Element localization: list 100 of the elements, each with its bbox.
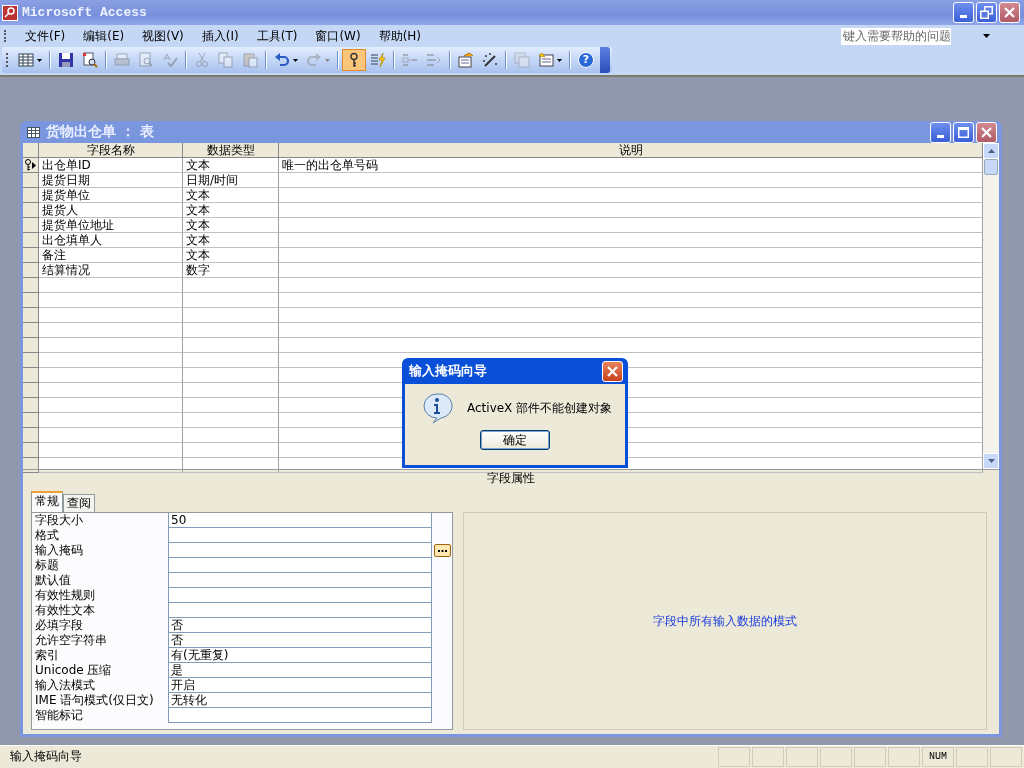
table-cell[interactable] [183, 413, 279, 428]
menu-item[interactable]: 工具(T) [247, 25, 307, 47]
close-button[interactable] [976, 121, 997, 143]
table-cell[interactable]: 提货单位地址 [39, 218, 183, 233]
property-label: Unicode 压缩 [34, 663, 113, 678]
tab[interactable]: 常规 [31, 491, 63, 512]
table-cell[interactable] [279, 203, 983, 218]
table-cell[interactable]: 文本 [183, 218, 279, 233]
scroll-thumb[interactable] [984, 159, 998, 175]
table-cell[interactable] [279, 263, 983, 278]
close-button[interactable] [999, 2, 1020, 23]
table-cell[interactable] [39, 293, 183, 308]
table-cell[interactable] [279, 173, 983, 188]
builder-button[interactable] [434, 544, 451, 557]
table-cell[interactable]: 文本 [183, 158, 279, 173]
property-value-field[interactable] [168, 603, 432, 618]
minimize-button[interactable] [930, 121, 951, 143]
menu-item[interactable]: 插入(I) [192, 25, 248, 47]
table-cell[interactable] [183, 278, 279, 293]
property-value-field[interactable] [168, 528, 432, 543]
menu-item[interactable]: 帮助(H) [369, 25, 431, 47]
table-cell[interactable] [183, 353, 279, 368]
table-cell[interactable] [279, 308, 983, 323]
table-cell[interactable] [279, 278, 983, 293]
table-cell[interactable] [183, 428, 279, 443]
table-cell[interactable] [279, 218, 983, 233]
table-cell[interactable] [183, 458, 279, 473]
table-cell[interactable] [279, 323, 983, 338]
vertical-scrollbar[interactable] [983, 143, 999, 469]
table-cell[interactable] [183, 398, 279, 413]
table-cell[interactable] [183, 338, 279, 353]
property-value-field[interactable]: 无转化 [168, 693, 432, 708]
table-cell[interactable] [183, 308, 279, 323]
maximize-button[interactable] [953, 121, 974, 143]
property-value-field[interactable] [168, 588, 432, 603]
table-cell[interactable] [39, 458, 183, 473]
table-cell[interactable] [279, 293, 983, 308]
table-cell[interactable]: 文本 [183, 188, 279, 203]
property-value-field[interactable]: 否 [168, 633, 432, 648]
property-value-field[interactable] [168, 573, 432, 588]
table-cell[interactable]: 出仓单ID [39, 158, 183, 173]
menu-item[interactable]: 视图(V) [133, 25, 193, 47]
property-value-field[interactable] [168, 543, 432, 558]
toolbar-options-button[interactable] [600, 47, 610, 73]
table-cell[interactable] [183, 368, 279, 383]
table-cell[interactable] [39, 353, 183, 368]
table-cell[interactable]: 日期/时间 [183, 173, 279, 188]
table-cell[interactable]: 备注 [39, 248, 183, 263]
property-value-field[interactable]: 50 [168, 513, 432, 528]
table-cell[interactable] [39, 413, 183, 428]
property-value-field[interactable]: 否 [168, 618, 432, 633]
ok-button[interactable]: 确定 [480, 430, 550, 450]
table-cell[interactable] [279, 233, 983, 248]
table-cell[interactable]: 提货日期 [39, 173, 183, 188]
close-button[interactable] [602, 360, 623, 382]
table-cell[interactable]: 数字 [183, 263, 279, 278]
property-value-field[interactable] [168, 708, 432, 723]
toolbar-button[interactable] [342, 49, 366, 71]
menu-item[interactable]: 文件(F) [16, 25, 75, 47]
table-cell[interactable] [39, 443, 183, 458]
scroll-down-button[interactable] [983, 453, 999, 469]
property-label: 有效性规则 [34, 588, 96, 603]
table-cell[interactable]: 提货人 [39, 203, 183, 218]
table-cell[interactable]: 唯一的出仓单号码 [279, 158, 983, 173]
caret-icon [293, 58, 298, 62]
table-cell[interactable]: 结算情况 [39, 263, 183, 278]
restore-button[interactable] [976, 2, 997, 23]
tab[interactable]: 查阅 [63, 494, 95, 512]
property-value-field[interactable]: 是 [168, 663, 432, 678]
table-cell[interactable]: 文本 [183, 233, 279, 248]
table-cell[interactable] [279, 338, 983, 353]
table-cell[interactable]: 文本 [183, 203, 279, 218]
printer-icon [114, 52, 130, 68]
table-cell[interactable] [39, 368, 183, 383]
table-cell[interactable] [183, 293, 279, 308]
table-cell[interactable] [39, 338, 183, 353]
table-cell[interactable] [39, 278, 183, 293]
menu-item[interactable]: 窗口(W) [306, 25, 370, 47]
property-value-field[interactable]: 开启 [168, 678, 432, 693]
table-cell[interactable]: 提货单位 [39, 188, 183, 203]
table-cell[interactable] [279, 188, 983, 203]
table-cell[interactable] [39, 428, 183, 443]
table-cell[interactable] [183, 383, 279, 398]
table-icon [27, 126, 40, 138]
minimize-button[interactable] [953, 2, 974, 23]
table-cell[interactable]: 文本 [183, 248, 279, 263]
table-cell[interactable] [183, 443, 279, 458]
table-cell[interactable] [39, 323, 183, 338]
table-cell[interactable] [39, 308, 183, 323]
row-selector[interactable] [23, 158, 39, 173]
help-question-field[interactable]: 键入需要帮助的问题 [840, 26, 1020, 46]
table-cell[interactable]: 出仓填单人 [39, 233, 183, 248]
menu-item[interactable]: 编辑(E) [74, 25, 134, 47]
property-value-field[interactable]: 有(无重复) [168, 648, 432, 663]
table-cell[interactable] [39, 383, 183, 398]
table-cell[interactable] [39, 398, 183, 413]
table-cell[interactable] [183, 323, 279, 338]
table-cell[interactable] [279, 248, 983, 263]
scroll-up-button[interactable] [983, 143, 999, 159]
property-value-field[interactable] [168, 558, 432, 573]
